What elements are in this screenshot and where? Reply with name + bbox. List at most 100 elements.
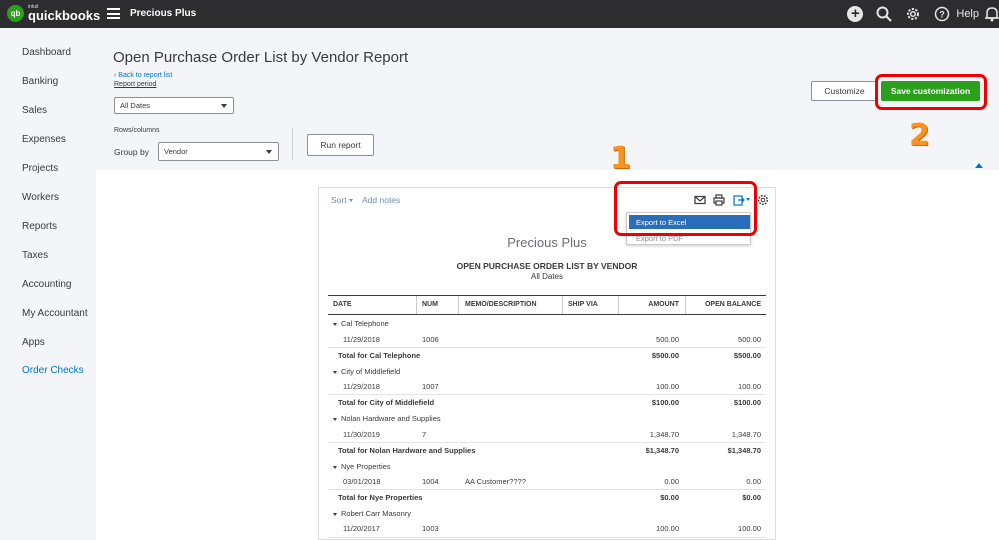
row-date[interactable]: 11/30/2019 bbox=[343, 430, 380, 439]
group-by-label: Group by bbox=[114, 147, 149, 157]
row-divider bbox=[328, 394, 766, 395]
total-amount[interactable]: $0.00 bbox=[610, 493, 679, 502]
help-icon[interactable]: ? bbox=[932, 4, 952, 24]
collapse-caret-icon bbox=[333, 370, 337, 374]
report-title: OPEN PURCHASE ORDER LIST BY VENDOR bbox=[456, 261, 638, 271]
hamburger-menu-icon[interactable] bbox=[107, 8, 120, 19]
row-amount[interactable]: 500.00 bbox=[610, 335, 679, 344]
column-header-amount[interactable]: AMOUNT bbox=[620, 301, 679, 308]
sidebar: Dashboard Banking Sales Expenses Project… bbox=[0, 28, 96, 540]
sidebar-item-apps[interactable]: Apps bbox=[22, 337, 45, 348]
total-open-balance[interactable]: $500.00 bbox=[690, 351, 761, 360]
chevron-down-icon bbox=[348, 199, 353, 203]
total-open-balance[interactable]: $1,348.70 bbox=[690, 446, 761, 455]
bell-icon[interactable] bbox=[985, 4, 999, 24]
sidebar-item-sales[interactable]: Sales bbox=[22, 105, 47, 116]
collapse-up-icon[interactable] bbox=[975, 163, 983, 168]
collapse-caret-icon bbox=[333, 322, 337, 326]
column-separator bbox=[618, 296, 619, 314]
total-amount[interactable]: $100.00 bbox=[610, 398, 679, 407]
gear-icon[interactable] bbox=[903, 4, 923, 24]
run-report-button[interactable]: Run report bbox=[307, 134, 374, 156]
sidebar-item-banking[interactable]: Banking bbox=[22, 76, 58, 87]
row-num[interactable]: 1003 bbox=[422, 524, 439, 533]
vendor-name: Robert Carr Masonry bbox=[341, 509, 412, 518]
company-name: Precious Plus bbox=[130, 8, 197, 19]
column-header-num[interactable]: NUM bbox=[422, 301, 438, 308]
total-amount[interactable]: $500.00 bbox=[610, 351, 679, 360]
back-link-label: Back to report list bbox=[118, 72, 173, 79]
row-date[interactable]: 11/29/2018 bbox=[343, 335, 380, 344]
row-date[interactable]: 11/20/2017 bbox=[343, 524, 380, 533]
row-num[interactable]: 1004 bbox=[422, 477, 439, 486]
vendor-name: Nolan Hardware and Supplies bbox=[341, 414, 441, 423]
sidebar-item-order-checks[interactable]: Order Checks bbox=[22, 365, 84, 376]
vendor-group-header[interactable]: Nolan Hardware and Supplies bbox=[333, 414, 441, 423]
row-open-balance[interactable]: 1,348.70 bbox=[690, 430, 761, 439]
row-divider bbox=[328, 489, 766, 490]
quickbooks-logo[interactable]: qb intuit quickbooks bbox=[7, 5, 100, 22]
sort-dropdown[interactable]: Sort bbox=[331, 195, 353, 205]
column-separator bbox=[416, 296, 417, 314]
sidebar-item-dashboard[interactable]: Dashboard bbox=[22, 47, 71, 58]
highlight-box-save bbox=[875, 74, 987, 110]
total-label: Total for Nye Properties bbox=[338, 493, 423, 502]
row-open-balance[interactable]: 100.00 bbox=[690, 524, 761, 533]
add-notes-link[interactable]: Add notes bbox=[362, 195, 400, 205]
column-header-open-balance[interactable]: OPEN BALANCE bbox=[687, 301, 761, 308]
column-separator bbox=[458, 296, 459, 314]
vendor-group-header[interactable]: Cal Telephone bbox=[333, 319, 389, 328]
table-header-top-line bbox=[328, 295, 766, 296]
row-open-balance[interactable]: 100.00 bbox=[690, 382, 761, 391]
row-amount[interactable]: 100.00 bbox=[610, 524, 679, 533]
create-plus-icon[interactable]: + bbox=[845, 4, 865, 24]
sidebar-item-workers[interactable]: Workers bbox=[22, 192, 59, 203]
total-label: Total for Cal Telephone bbox=[338, 351, 421, 360]
total-label: Total for City of Middlefield bbox=[338, 398, 435, 407]
vendor-name: Nye Properties bbox=[341, 462, 391, 471]
search-icon[interactable] bbox=[874, 4, 894, 24]
group-by-select[interactable]: Vendor bbox=[158, 142, 279, 161]
sidebar-item-my-accountant[interactable]: My Accountant bbox=[22, 308, 88, 319]
row-divider bbox=[328, 347, 766, 348]
report-period-label: Report period bbox=[114, 81, 157, 88]
vendor-name: Cal Telephone bbox=[341, 319, 389, 328]
customize-button[interactable]: Customize bbox=[811, 81, 878, 101]
vendor-name: City of Middlefield bbox=[341, 367, 401, 376]
sidebar-item-reports[interactable]: Reports bbox=[22, 221, 57, 232]
total-open-balance[interactable]: $0.00 bbox=[690, 493, 761, 502]
back-to-report-list-link[interactable]: ‹ Back to report list bbox=[114, 72, 172, 79]
sidebar-item-projects[interactable]: Projects bbox=[22, 163, 58, 174]
collapse-caret-icon bbox=[333, 417, 337, 421]
help-label[interactable]: Help bbox=[956, 8, 979, 20]
controls-divider bbox=[292, 128, 293, 160]
row-date[interactable]: 11/29/2018 bbox=[343, 382, 380, 391]
report-company-name: Precious Plus bbox=[507, 235, 587, 250]
row-memo[interactable]: AA Customer???? bbox=[465, 477, 526, 486]
total-open-balance[interactable]: $100.00 bbox=[690, 398, 761, 407]
sidebar-item-taxes[interactable]: Taxes bbox=[22, 250, 48, 261]
vendor-group-header[interactable]: Robert Carr Masonry bbox=[333, 509, 411, 518]
sidebar-item-accounting[interactable]: Accounting bbox=[22, 279, 71, 290]
column-header-date[interactable]: DATE bbox=[333, 301, 352, 308]
column-header-memo[interactable]: MEMO/DESCRIPTION bbox=[465, 301, 537, 308]
vendor-group-header[interactable]: City of Middlefield bbox=[333, 367, 400, 376]
row-num[interactable]: 7 bbox=[422, 430, 426, 439]
rows-columns-label: Rows/columns bbox=[114, 127, 160, 134]
row-amount[interactable]: 100.00 bbox=[610, 382, 679, 391]
row-open-balance[interactable]: 500.00 bbox=[690, 335, 761, 344]
row-date[interactable]: 03/01/2018 bbox=[343, 477, 381, 486]
row-open-balance[interactable]: 0.00 bbox=[690, 477, 761, 486]
row-amount[interactable]: 0.00 bbox=[610, 477, 679, 486]
gear-icon[interactable] bbox=[757, 193, 769, 206]
table-header-bottom-line bbox=[328, 314, 766, 315]
report-period-select[interactable]: All Dates bbox=[114, 97, 234, 114]
row-amount[interactable]: 1,348.70 bbox=[610, 430, 679, 439]
row-num[interactable]: 1007 bbox=[422, 382, 439, 391]
vendor-group-header[interactable]: Nye Properties bbox=[333, 462, 391, 471]
sidebar-item-expenses[interactable]: Expenses bbox=[22, 134, 66, 145]
total-amount[interactable]: $1,348.70 bbox=[610, 446, 679, 455]
column-header-ship-via[interactable]: SHIP VIA bbox=[568, 301, 598, 308]
row-num[interactable]: 1006 bbox=[422, 335, 439, 344]
highlight-box-export bbox=[614, 181, 757, 236]
